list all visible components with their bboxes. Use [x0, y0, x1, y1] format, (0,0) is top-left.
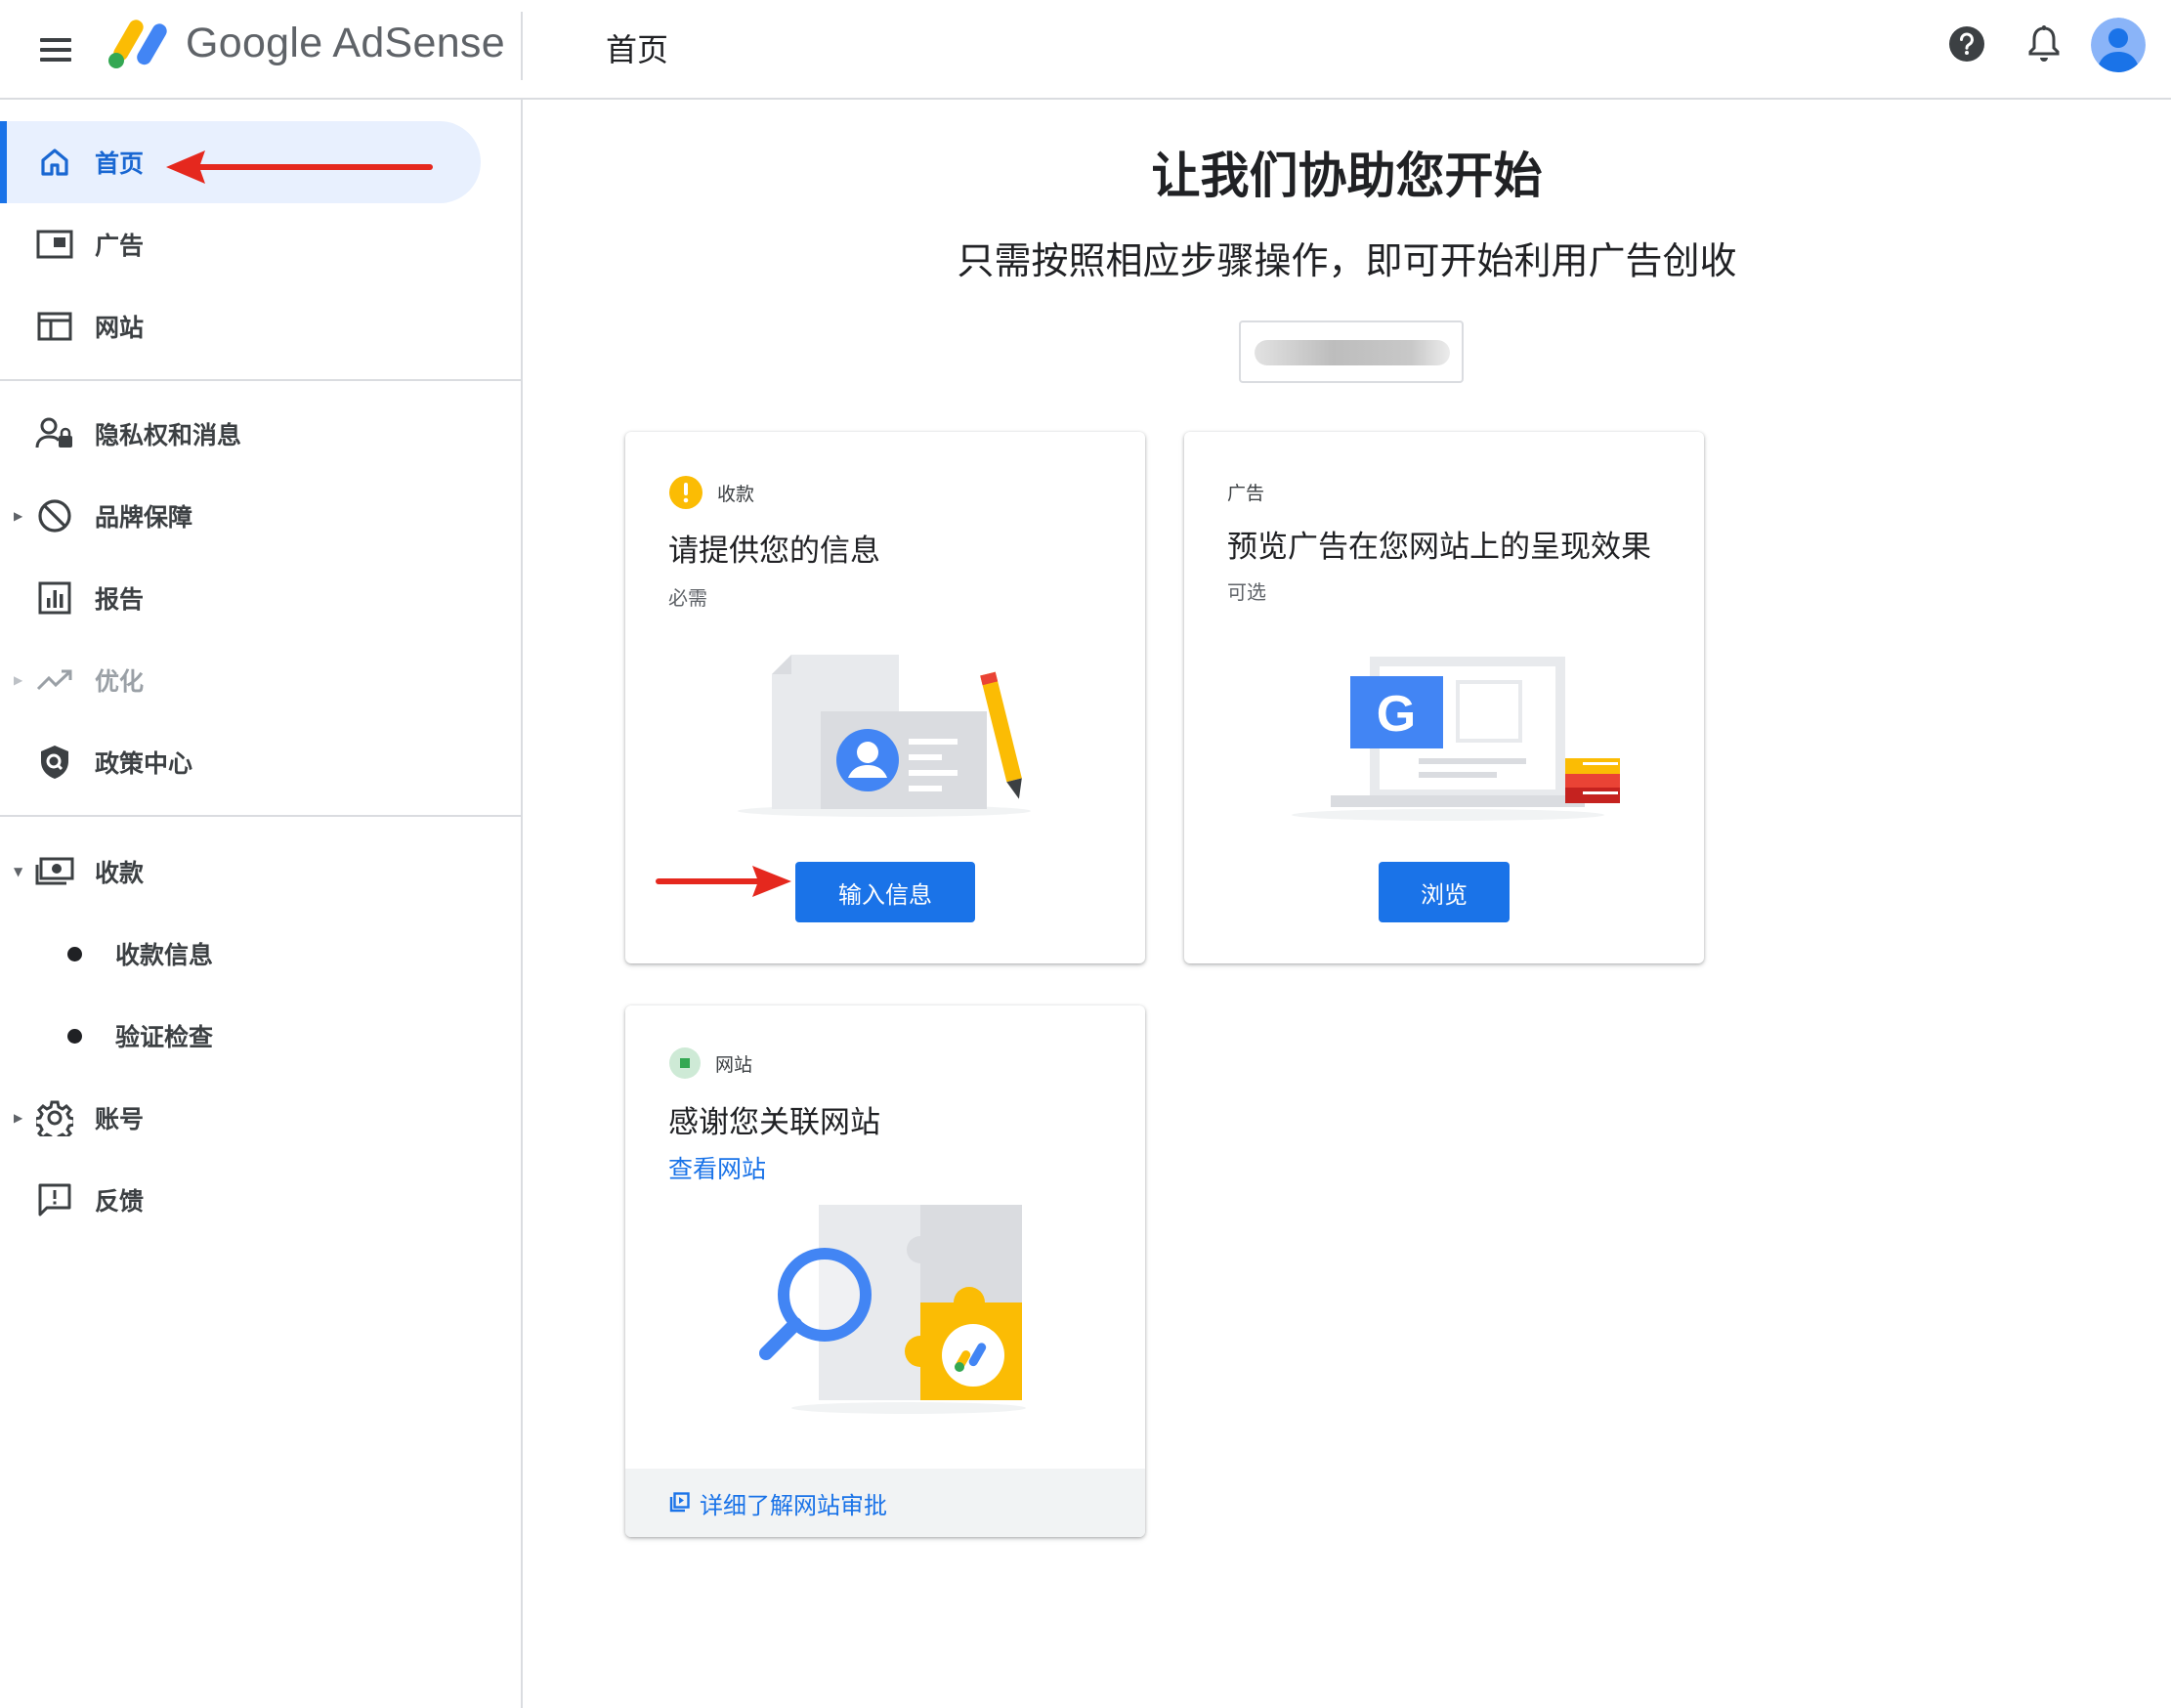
redacted-account-name — [1255, 340, 1450, 365]
adsense-logo-icon[interactable] — [107, 16, 172, 70]
bullet-icon — [67, 946, 82, 961]
menu-icon-line — [40, 48, 71, 52]
expand-caret-icon[interactable]: ▶ — [14, 673, 22, 687]
ads-preview-card: 广告 预览广告在您网站上的呈现效果 可选 G 浏览 — [1184, 432, 1704, 963]
card-title: 感谢您关联网站 — [668, 1105, 880, 1140]
expand-caret-icon[interactable]: ▶ — [14, 1111, 22, 1125]
card-category: 网站 — [668, 1046, 752, 1080]
svg-text:G: G — [1377, 686, 1416, 743]
card-requirement: 可选 — [1227, 580, 1266, 604]
video-tutorial-icon[interactable] — [668, 1492, 690, 1514]
sidebar-item-label: 政策中心 — [95, 749, 193, 778]
view-sites-link[interactable]: 查看网站 — [668, 1150, 766, 1185]
menu-icon-line — [40, 38, 71, 42]
sidebar-item-sites[interactable]: 网站 — [0, 285, 521, 367]
sidebar-item-label: 收款信息 — [115, 941, 214, 969]
sidebar-item-policy-center[interactable]: 政策中心 — [0, 721, 521, 803]
card-title: 请提供您的信息 — [668, 534, 880, 569]
page-subheadline: 只需按照相应步骤操作，即可开始利用广告创收 — [957, 239, 1737, 282]
sidebar-item-account[interactable]: ▶ 账号 — [0, 1077, 521, 1159]
annotation-arrow-icon — [166, 150, 433, 184]
trending-up-icon — [35, 661, 74, 700]
sidebar-item-feedback[interactable]: 反馈 — [0, 1159, 521, 1241]
header-divider — [521, 12, 523, 80]
sidebar-item-label: 验证检查 — [115, 1023, 214, 1051]
warning-icon — [669, 476, 702, 509]
bullet-icon — [67, 1028, 82, 1044]
feedback-icon — [35, 1180, 74, 1219]
main-menu-button[interactable] — [29, 23, 82, 76]
sidebar-item-privacy-messaging[interactable]: 隐私权和消息 — [0, 393, 521, 475]
sidebar-item-label: 隐私权和消息 — [95, 421, 242, 449]
learn-site-approval-link[interactable]: 详细了解网站审批 — [700, 1486, 887, 1520]
sidebar-item-label: 网站 — [95, 314, 145, 342]
sidebar-item-label: 收款 — [95, 859, 145, 887]
sidebar-item-reports[interactable]: 报告 — [0, 557, 521, 639]
report-icon — [35, 578, 74, 618]
page-headline: 让我们协助您开始 — [1151, 148, 1543, 204]
card-category-label: 网站 — [715, 1053, 753, 1076]
card-category-label: 广告 — [1227, 483, 1265, 504]
card-title: 预览广告在您网站上的呈现效果 — [1227, 530, 1651, 565]
sidebar-nav: 首页 广告 网站 隐私权和消息 ▶ 品牌保障 报告 ▶ 优化 政策中心 ▼ 收款… — [0, 100, 523, 1708]
page-title: 首页 — [606, 31, 669, 68]
sidebar-item-label: 首页 — [95, 149, 145, 178]
card-category: 收款 — [668, 475, 754, 510]
sidebar-item-label: 账号 — [95, 1105, 145, 1133]
card-category: 广告 — [1227, 479, 1264, 505]
sidebar-item-optimization[interactable]: ▶ 优化 — [0, 639, 521, 721]
sidebar-item-brand-safety[interactable]: ▶ 品牌保障 — [0, 475, 521, 557]
sidebar-divider — [0, 815, 521, 817]
product-name[interactable]: Google AdSense — [186, 20, 505, 67]
sites-icon — [35, 307, 74, 346]
account-selector[interactable] — [1239, 320, 1464, 383]
annotation-arrow-icon — [656, 866, 791, 897]
collapse-caret-icon[interactable]: ▼ — [14, 865, 22, 878]
sidebar-divider — [0, 379, 521, 381]
sidebar-item-verifications[interactable]: 验证检查 — [0, 995, 521, 1077]
payments-icon — [35, 852, 74, 891]
block-icon — [35, 496, 74, 535]
home-icon — [35, 143, 74, 182]
sidebar-item-label: 报告 — [95, 585, 145, 614]
sidebar-item-label: 优化 — [95, 667, 145, 696]
expand-caret-icon[interactable]: ▶ — [14, 509, 22, 523]
sidebar-item-ads[interactable]: 广告 — [0, 203, 521, 285]
card-footer: 详细了解网站审批 — [625, 1469, 1145, 1537]
top-app-bar: Google AdSense 首页 — [0, 0, 2171, 100]
privacy-icon — [35, 414, 74, 453]
ads-icon — [35, 225, 74, 264]
site-status-icon — [669, 1047, 701, 1079]
account-avatar[interactable] — [2091, 18, 2146, 72]
card-category-label: 收款 — [717, 483, 755, 505]
browse-button[interactable]: 浏览 — [1379, 862, 1510, 922]
card-requirement: 必需 — [668, 586, 707, 610]
sidebar-item-label: 反馈 — [95, 1187, 145, 1216]
sidebar-item-payments[interactable]: ▼ 收款 — [0, 831, 521, 913]
menu-icon-line — [40, 58, 71, 62]
site-preview-illustration: G — [1292, 657, 1620, 821]
notifications-bell-icon[interactable] — [2025, 23, 2063, 64]
sites-card: 网站 感谢您关联网站 查看网站 详细了解网站审批 — [625, 1005, 1145, 1537]
sidebar-item-payments-info[interactable]: 收款信息 — [0, 913, 521, 995]
puzzle-search-illustration — [759, 1205, 1026, 1414]
enter-info-button[interactable]: 输入信息 — [795, 862, 975, 922]
help-icon[interactable] — [1948, 25, 1985, 63]
sidebar-item-label: 广告 — [95, 232, 145, 260]
id-card-illustration — [738, 655, 1031, 817]
gear-icon — [35, 1098, 74, 1137]
sidebar-item-label: 品牌保障 — [95, 503, 193, 532]
policy-shield-icon — [35, 743, 74, 782]
